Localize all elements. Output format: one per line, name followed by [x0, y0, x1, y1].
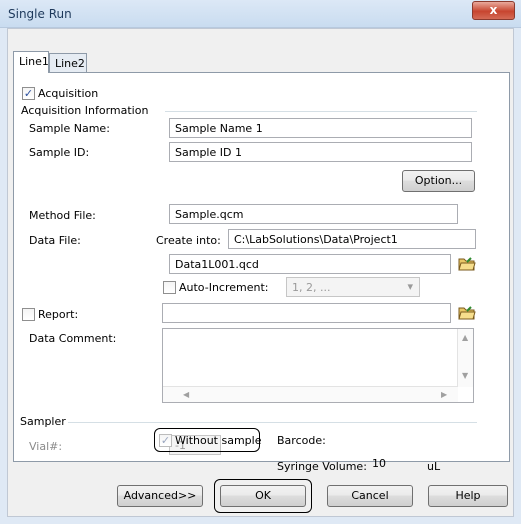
barcode-label: Barcode:	[277, 434, 326, 447]
syringe-volume-unit: uL	[427, 460, 441, 473]
dialog-client-area: Line1 Line2 ✓ Acquisition Acquisition In…	[7, 28, 514, 517]
ok-button[interactable]: OK	[220, 485, 306, 507]
without-sample-label: Without sample	[175, 434, 262, 447]
group-divider	[165, 111, 477, 112]
window-title: Single Run	[8, 7, 72, 21]
option-button[interactable]: Option...	[402, 170, 475, 192]
tab-line1[interactable]: Line1	[13, 51, 49, 73]
help-button[interactable]: Help	[428, 485, 508, 507]
auto-increment-value: 1, 2, ...	[292, 281, 331, 294]
horizontal-scrollbar[interactable]: ◀ ▶	[163, 386, 458, 402]
vial-label: Vial#:	[29, 440, 63, 453]
folder-open-icon[interactable]	[458, 256, 476, 272]
advanced-button[interactable]: Advanced>>	[117, 485, 203, 507]
tab-line2[interactable]: Line2	[49, 53, 87, 73]
method-file-label: Method File:	[29, 209, 96, 222]
sample-id-label: Sample ID:	[29, 146, 90, 159]
chevron-down-icon: ▾	[407, 280, 413, 293]
scroll-left-icon[interactable]: ◀	[183, 390, 189, 399]
method-file-input[interactable]: Sample.qcm	[169, 204, 458, 224]
data-comment-label: Data Comment:	[29, 332, 117, 345]
sample-name-label: Sample Name:	[29, 122, 110, 135]
syringe-volume-label: Syringe Volume:	[277, 460, 367, 473]
auto-increment-checkbox[interactable]	[163, 281, 176, 294]
sample-name-input[interactable]: Sample Name 1	[169, 118, 472, 138]
auto-increment-select[interactable]: 1, 2, ... ▾	[286, 277, 420, 297]
group-divider	[68, 422, 477, 423]
close-button[interactable]: x	[472, 1, 515, 20]
data-file-label: Data File:	[29, 234, 81, 247]
acquisition-label: Acquisition	[38, 87, 99, 100]
data-comment-textarea[interactable]: ▲ ▼ ◀ ▶	[162, 328, 474, 403]
checkmark-icon: ✓	[160, 434, 171, 447]
auto-increment-label: Auto-Increment:	[179, 281, 269, 294]
without-sample-checkbox[interactable]: ✓	[159, 434, 172, 447]
acquisition-checkbox[interactable]: ✓	[22, 87, 35, 100]
scroll-up-icon[interactable]: ▲	[462, 333, 468, 342]
tab-panel-line1: ✓ Acquisition Acquisition Information Sa…	[13, 72, 510, 462]
cancel-button[interactable]: Cancel	[327, 485, 413, 507]
syringe-volume-value: 10	[372, 457, 386, 470]
data-file-input[interactable]: Data1L001.qcd	[169, 254, 451, 274]
scroll-right-icon[interactable]: ▶	[441, 390, 447, 399]
report-input[interactable]	[162, 303, 451, 323]
checkmark-icon: ✓	[23, 87, 34, 100]
sample-id-input[interactable]: Sample ID 1	[169, 142, 472, 162]
acquisition-information-group-label: Acquisition Information	[21, 104, 149, 117]
sampler-group-label: Sampler	[20, 415, 66, 428]
report-checkbox[interactable]	[22, 308, 35, 321]
title-bar: Single Run x	[0, 0, 521, 28]
vertical-scrollbar[interactable]: ▲ ▼	[457, 329, 473, 387]
folder-open-icon[interactable]	[458, 305, 476, 321]
create-into-path: C:\LabSolutions\Data\Project1	[228, 229, 476, 249]
scroll-down-icon[interactable]: ▼	[462, 371, 468, 380]
report-label: Report:	[38, 308, 79, 321]
create-into-label: Create into:	[156, 234, 221, 247]
